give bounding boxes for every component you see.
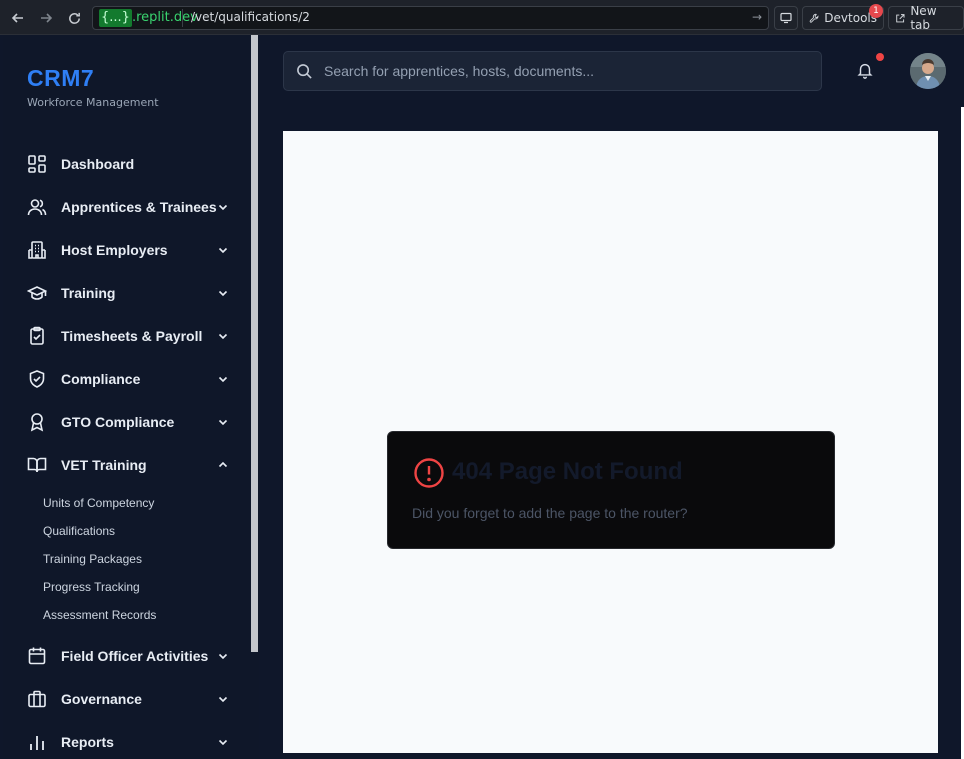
sidebar-item-host-employers[interactable]: Host Employers (23, 234, 231, 266)
monitor-icon (780, 12, 792, 24)
sidebar-item-compliance[interactable]: Compliance (23, 363, 231, 395)
chevron-down-icon[interactable] (215, 734, 231, 750)
chevron-down-icon[interactable] (215, 199, 231, 215)
notification-dot (876, 53, 884, 61)
building-icon (25, 238, 49, 262)
sidebar-subitem-assessment-records[interactable]: Assessment Records (43, 608, 156, 622)
graduation-cap-icon (25, 281, 49, 305)
reload-icon[interactable] (64, 8, 84, 28)
new-tab-label: New tab (910, 4, 937, 32)
sidebar-subitem-training-packages[interactable]: Training Packages (43, 552, 142, 566)
users-icon (25, 195, 49, 219)
back-icon[interactable] (8, 8, 28, 28)
dashboard-icon (25, 152, 49, 176)
sidebar-subitem-progress-tracking[interactable]: Progress Tracking (43, 580, 140, 594)
calendar-icon (25, 644, 49, 668)
address-bar[interactable]: {...} .replit.dev /vet/qualifications/2 … (92, 6, 769, 30)
sidebar-item-label: VET Training (61, 457, 147, 473)
chevron-down-icon[interactable] (215, 328, 231, 344)
brand-subtitle: Workforce Management (27, 96, 159, 109)
sidebar-item-label: Compliance (61, 371, 141, 387)
sidebar-item-label: Training (61, 285, 116, 301)
sidebar-subitem-qualifications[interactable]: Qualifications (43, 524, 115, 538)
sidebar-item-apprentices[interactable]: Apprentices & Trainees (23, 191, 231, 223)
search-icon (296, 63, 313, 84)
sidebar-subitem-units-of-competency[interactable]: Units of Competency (43, 496, 154, 510)
external-link-icon (896, 13, 905, 22)
wrench-icon (809, 13, 819, 23)
bar-chart-icon (25, 730, 49, 754)
sidebar-item-label: Reports (61, 734, 114, 750)
award-icon (25, 410, 49, 434)
sidebar-item-vet-training[interactable]: VET Training (23, 449, 231, 481)
sidebar-scrollbar[interactable] (250, 35, 259, 759)
sidebar: CRM7 Workforce Management Dashboard Appr… (3, 35, 250, 759)
brand-logo-text[interactable]: CRM7 (27, 65, 94, 92)
clipboard-check-icon (25, 324, 49, 348)
sidebar-item-training[interactable]: Training (23, 277, 231, 309)
chevron-up-icon[interactable] (215, 457, 231, 473)
devtools-count-badge: 1 (869, 4, 883, 18)
bell-icon[interactable] (856, 61, 876, 81)
chevron-down-icon[interactable] (215, 414, 231, 430)
chevron-down-icon[interactable] (215, 691, 231, 707)
sidebar-item-governance[interactable]: Governance (23, 683, 231, 715)
chevron-down-icon[interactable] (215, 285, 231, 301)
not-found-card: 404 Page Not Found Did you forget to add… (387, 431, 835, 549)
search-input[interactable]: Search for apprentices, hosts, documents… (324, 63, 594, 79)
url-divider (182, 9, 183, 27)
chevron-down-icon[interactable] (215, 648, 231, 664)
error-title: 404 Page Not Found (452, 458, 683, 485)
search-bar[interactable]: Search for apprentices, hosts, documents… (283, 51, 822, 91)
sidebar-item-label: Apprentices & Trainees (61, 199, 217, 215)
forward-icon[interactable] (36, 8, 56, 28)
book-open-icon (25, 453, 49, 477)
avatar[interactable] (910, 53, 946, 89)
briefcase-icon (25, 687, 49, 711)
url-path: /vet/qualifications/2 (191, 10, 310, 24)
sidebar-item-label: Governance (61, 691, 142, 707)
domain-text: .replit.dev (131, 10, 198, 25)
chevron-down-icon[interactable] (215, 242, 231, 258)
sidebar-item-field-officer[interactable]: Field Officer Activities (23, 640, 231, 672)
sidebar-item-timesheets[interactable]: Timesheets & Payroll (23, 320, 231, 352)
domain-badge: {...} (99, 9, 132, 27)
scrollbar-thumb[interactable] (251, 35, 258, 652)
sidebar-item-dashboard[interactable]: Dashboard (23, 148, 231, 180)
sidebar-item-label: Timesheets & Payroll (61, 328, 203, 344)
sidebar-item-gto-compliance[interactable]: GTO Compliance (23, 406, 231, 438)
screen-button[interactable] (774, 6, 798, 30)
sidebar-item-reports[interactable]: Reports (23, 726, 231, 758)
sidebar-item-label: GTO Compliance (61, 414, 175, 430)
sidebar-item-label: Host Employers (61, 242, 168, 258)
url-domain: {...} .replit.dev (95, 9, 202, 27)
new-tab-button[interactable]: New tab (888, 4, 964, 32)
go-arrow-icon[interactable]: → (752, 10, 762, 24)
sidebar-item-label: Field Officer Activities (61, 648, 209, 664)
sidebar-item-label: Dashboard (61, 156, 135, 172)
chevron-down-icon[interactable] (215, 371, 231, 387)
error-message: Did you forget to add the page to the ro… (412, 505, 688, 521)
alert-circle-icon (413, 457, 445, 489)
browser-toolbar: {...} .replit.dev /vet/qualifications/2 … (0, 0, 964, 35)
shield-check-icon (25, 367, 49, 391)
